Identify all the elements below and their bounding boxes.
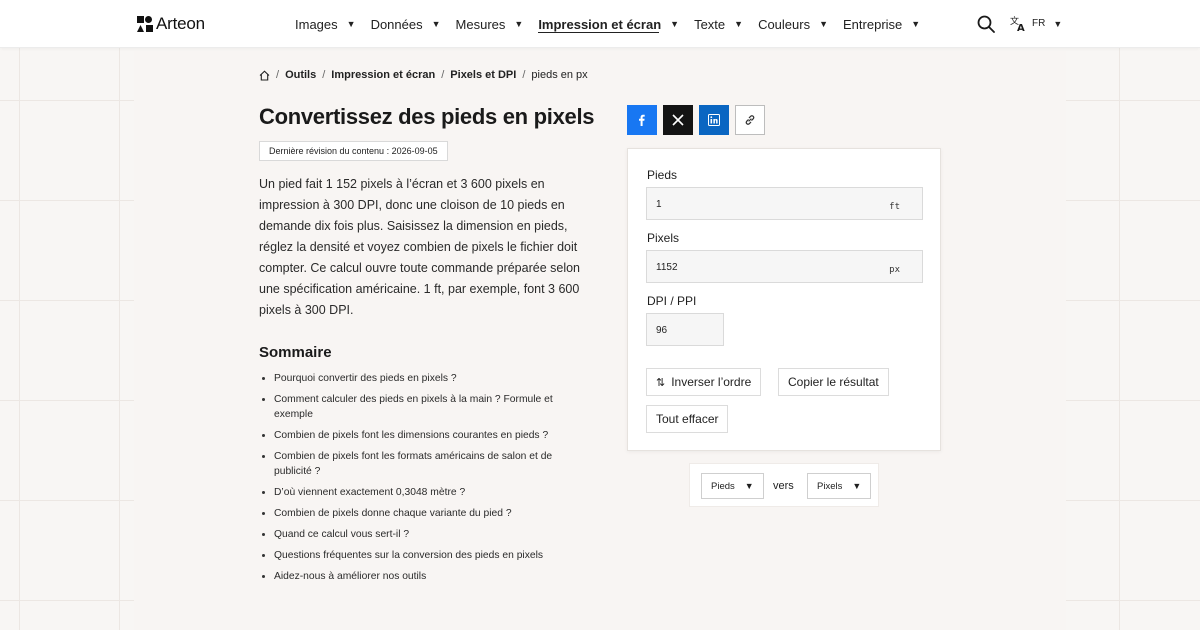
copy-result-button[interactable]: Copier le résultat [778,368,889,396]
language-selector[interactable]: 文 A FR ▼ [1010,15,1062,32]
link-icon [745,115,755,125]
svg-text:A: A [1017,23,1025,32]
logo-mark-icon [137,16,153,32]
toc-item[interactable]: Combien de pixels font les dimensions co… [260,428,590,443]
main-nav: Images ▼ Données ▼ Mesures ▼ Impression … [295,0,935,48]
brand-name: Arteon [156,14,205,33]
toc-item[interactable]: Combien de pixels font les formats améri… [260,449,590,479]
unit-selector: Pieds ▼ vers Pixels ▼ [689,463,879,507]
nav-item-texte[interactable]: Texte ▼ [694,0,743,48]
breadcrumb-link-impression-ecran[interactable]: Impression et écran [331,69,435,81]
breadcrumb-link-pixels-dpi[interactable]: Pixels et DPI [450,69,516,81]
nav-label: Couleurs [758,16,811,32]
breadcrumb-separator: / [441,69,445,81]
share-x-button[interactable] [663,105,693,135]
toc-item[interactable]: Comment calculer des pieds en pixels à l… [260,392,590,422]
toc-item[interactable]: D’où viennent exactement 0,3048 mètre ? [260,485,590,500]
page-title: Convertissez des pieds en pixels [259,104,595,129]
toc-item[interactable]: Combien de pixels donne chaque variante … [260,506,590,521]
pixels-unit: px [889,265,900,275]
feet-value: 1 [656,199,662,210]
swap-button[interactable]: ⇅ Inverser l’ordre [646,368,762,396]
nav-label: Données [370,16,423,32]
table-of-contents: Pourquoi convertir des pieds en pixels ?… [260,371,590,590]
nav-item-impression-ecran[interactable]: Impression et écran ▼ [538,0,679,48]
caret-down-icon: ▼ [852,481,862,491]
caret-down-icon: ▼ [431,19,441,29]
breadcrumb-separator: / [276,69,280,81]
summary-heading: Sommaire [259,344,332,361]
clear-all-label: Tout effacer [656,412,719,426]
caret-down-icon: ▼ [911,19,921,29]
breadcrumb-separator: / [322,69,326,81]
caret-down-icon: ▼ [734,19,744,29]
clear-all-button[interactable]: Tout effacer [646,405,729,433]
toc-item[interactable]: Quand ce calcul vous sert-il ? [260,527,590,542]
translate-icon: 文 A [1010,15,1025,32]
revision-badge: Dernière révision du contenu : 2026-09-0… [259,141,448,161]
caret-down-icon: ▼ [514,19,524,29]
nav-item-couleurs[interactable]: Couleurs ▼ [758,0,828,48]
dpi-input[interactable]: 96 [646,313,724,346]
caret-down-icon: ▼ [346,19,356,29]
unit-connector: vers [773,480,794,492]
x-icon [672,114,684,126]
feet-input[interactable]: 1 ft [646,187,923,220]
pixels-value: 1152 [656,262,678,273]
pixels-label: Pixels [647,231,680,245]
linkedin-icon [708,114,720,126]
converter-card: Pieds 1 ft Pixels 1152 px DPI / PPI 96 ⇅… [627,148,941,451]
toc-item[interactable]: Pourquoi convertir des pieds en pixels ? [260,371,590,386]
pixels-input[interactable]: 1152 px [646,250,923,283]
feet-label: Pieds [647,168,678,182]
language-code: FR [1032,18,1046,29]
breadcrumb-current: pieds en px [531,69,588,81]
site-header: Arteon Images ▼ Données ▼ Mesures ▼ Impr… [0,0,1200,48]
to-unit-value: Pixels [817,480,843,492]
from-unit-select[interactable]: Pieds ▼ [701,473,764,499]
caret-down-icon: ▼ [744,481,754,491]
nav-label: Impression et écran [538,16,662,32]
swap-label: Inverser l’ordre [671,375,752,389]
share-linkedin-button[interactable] [699,105,729,135]
nav-label: Images [295,16,338,32]
dpi-value: 96 [656,325,668,336]
toc-item[interactable]: Aidez-nous à améliorer nos outils [260,569,590,584]
copy-result-label: Copier le résultat [788,375,879,389]
caret-down-icon: ▼ [819,19,829,29]
to-unit-select[interactable]: Pixels ▼ [807,473,872,499]
breadcrumb: / Outils / Impression et écran / Pixels … [259,69,588,81]
search-icon [977,15,995,33]
feet-unit: ft [889,202,900,212]
breadcrumb-link-outils[interactable]: Outils [285,69,316,81]
share-buttons [627,105,765,135]
caret-down-icon: ▼ [670,19,680,29]
nav-item-mesures[interactable]: Mesures ▼ [456,0,524,48]
nav-label: Mesures [455,16,506,32]
nav-label: Texte [694,16,726,32]
active-nav-underline [538,32,660,33]
nav-item-images[interactable]: Images ▼ [295,0,356,48]
swap-icon: ⇅ [656,376,666,389]
breadcrumb-separator: / [522,69,526,81]
nav-item-donnees[interactable]: Données ▼ [371,0,441,48]
toc-item[interactable]: Questions fréquentes sur la conversion d… [260,548,590,563]
intro-paragraph: Un pied fait 1 152 pixels à l’écran et 3… [259,177,581,317]
caret-down-icon: ▼ [1053,18,1063,29]
home-icon[interactable] [259,69,270,81]
search-button[interactable] [977,15,995,33]
brand-logo[interactable]: Arteon [137,14,205,34]
from-unit-value: Pieds [711,480,735,492]
copy-link-button[interactable] [735,105,765,135]
share-facebook-button[interactable] [627,105,657,135]
nav-label: Entreprise [843,16,903,32]
dpi-label: DPI / PPI [647,294,697,308]
nav-item-entreprise[interactable]: Entreprise ▼ [843,0,920,48]
facebook-icon [639,114,645,126]
